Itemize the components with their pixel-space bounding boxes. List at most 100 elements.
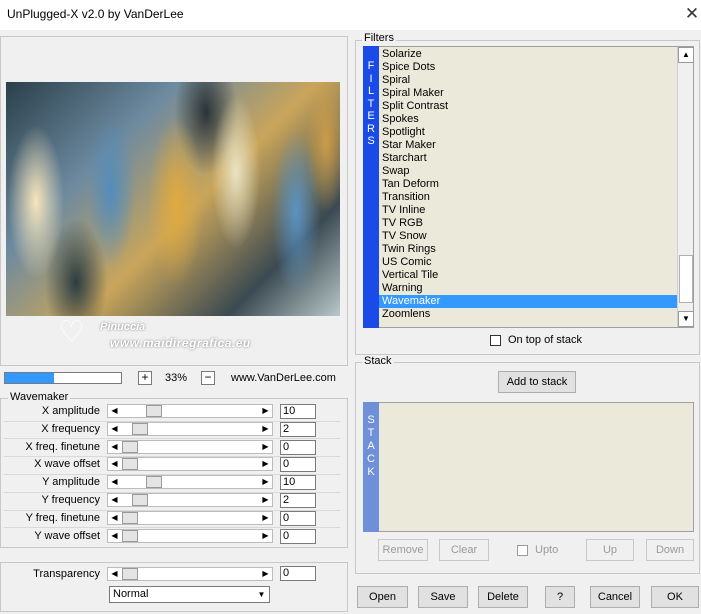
filter-item[interactable]: Vertical Tile	[379, 269, 677, 282]
filter-item[interactable]: TV Inline	[379, 204, 677, 217]
band-letter: S	[367, 135, 375, 147]
arrow-left-icon[interactable]: ◀	[108, 441, 121, 453]
arrow-left-icon[interactable]: ◀	[108, 423, 121, 435]
filter-item[interactable]: Spiral Maker	[379, 87, 677, 100]
arrow-left-icon[interactable]: ◀	[108, 530, 121, 542]
arrow-right-icon[interactable]: ▶	[259, 458, 272, 470]
slider-thumb[interactable]	[146, 476, 162, 488]
slider-thumb[interactable]	[122, 568, 138, 580]
param-slider[interactable]: ◀ ▶	[107, 493, 273, 507]
slider-thumb[interactable]	[122, 512, 138, 524]
delete-button[interactable]: Delete	[478, 586, 528, 608]
scrollbar-thumb[interactable]	[679, 255, 693, 303]
param-slider[interactable]: ◀ ▶	[107, 529, 273, 543]
filter-item[interactable]: Spokes	[379, 113, 677, 126]
arrow-right-icon[interactable]: ▶	[259, 494, 272, 506]
zoom-out-button[interactable]: −	[201, 371, 215, 385]
arrow-right-icon[interactable]: ▶	[259, 423, 272, 435]
slider-thumb[interactable]	[146, 405, 162, 417]
param-slider[interactable]: ◀ ▶	[107, 404, 273, 418]
band-letter: T	[367, 97, 375, 110]
remove-button[interactable]: Remove	[378, 539, 428, 561]
filters-scrollbar[interactable]: ▲ ▼	[677, 47, 694, 327]
blend-mode-value: Normal	[113, 588, 149, 600]
filter-item[interactable]: US Comic	[379, 256, 677, 269]
slider-thumb[interactable]	[122, 441, 138, 453]
clear-button[interactable]: Clear	[439, 539, 489, 561]
scroll-up-icon[interactable]: ▲	[678, 47, 694, 63]
ok-button[interactable]: OK	[651, 586, 699, 608]
param-value-input[interactable]: 2	[280, 422, 316, 437]
arrow-right-icon[interactable]: ▶	[259, 512, 272, 524]
on-top-checkbox[interactable]	[490, 335, 501, 346]
band-letter: L	[367, 85, 375, 97]
open-button[interactable]: Open	[357, 586, 408, 608]
filter-item[interactable]: TV RGB	[379, 217, 677, 230]
filter-item[interactable]: Star Maker	[379, 139, 677, 152]
arrow-left-icon[interactable]: ◀	[108, 512, 121, 524]
save-button[interactable]: Save	[418, 586, 468, 608]
preview-image[interactable]	[6, 82, 340, 316]
param-value-input[interactable]: 0	[280, 511, 316, 526]
filter-item[interactable]: Warning	[379, 282, 677, 295]
arrow-left-icon[interactable]: ◀	[108, 476, 121, 488]
progress-bar	[4, 372, 122, 384]
arrow-right-icon[interactable]: ▶	[259, 405, 272, 417]
filter-item[interactable]: Starchart	[379, 152, 677, 165]
upto-checkbox[interactable]	[517, 545, 528, 556]
blend-mode-select[interactable]: Normal ▼	[109, 586, 270, 603]
arrow-right-icon[interactable]: ▶	[259, 568, 272, 580]
filter-item[interactable]: Spotlight	[379, 126, 677, 139]
param-value-input[interactable]: 2	[280, 493, 316, 508]
filter-item[interactable]: Twin Rings	[379, 243, 677, 256]
arrow-right-icon[interactable]: ▶	[259, 441, 272, 453]
param-value-input[interactable]: 10	[280, 404, 316, 419]
up-button[interactable]: Up	[586, 539, 634, 561]
cancel-button[interactable]: Cancel	[590, 586, 640, 608]
filter-item[interactable]: Split Contrast	[379, 100, 677, 113]
param-slider[interactable]: ◀ ▶	[107, 511, 273, 525]
heart-icon: ♡	[58, 316, 85, 349]
band-letter: I	[369, 72, 373, 85]
arrow-right-icon[interactable]: ▶	[259, 476, 272, 488]
slider-thumb[interactable]	[132, 494, 148, 506]
param-slider[interactable]: ◀ ▶	[107, 422, 273, 436]
slider-thumb[interactable]	[122, 458, 138, 470]
filter-item[interactable]: Zoomlens	[379, 308, 677, 321]
stack-list[interactable]	[363, 402, 694, 532]
filter-item[interactable]: Solarize	[379, 48, 677, 61]
arrow-right-icon[interactable]: ▶	[259, 530, 272, 542]
filter-item[interactable]: Swap	[379, 165, 677, 178]
param-label: X amplitude	[41, 405, 100, 417]
filter-item[interactable]: Transition	[379, 191, 677, 204]
filter-item[interactable]: Spiral	[379, 74, 677, 87]
param-value-input[interactable]: 0	[280, 529, 316, 544]
transparency-value-input[interactable]: 0	[280, 566, 316, 581]
close-button[interactable]: ✕	[680, 2, 701, 26]
arrow-left-icon[interactable]: ◀	[108, 568, 121, 580]
filter-item[interactable]: Spice Dots	[379, 61, 677, 74]
param-label: Y frequency	[41, 494, 100, 506]
help-button[interactable]: ?	[545, 586, 575, 608]
filter-item[interactable]: Tan Deform	[379, 178, 677, 191]
filters-side-band: FILTERS	[363, 46, 379, 328]
param-value-input[interactable]: 0	[280, 457, 316, 472]
add-to-stack-button[interactable]: Add to stack	[498, 371, 576, 393]
filter-item[interactable]: Wavemaker	[379, 295, 677, 308]
param-slider[interactable]: ◀ ▶	[107, 457, 273, 471]
zoom-in-button[interactable]: +	[138, 371, 152, 385]
slider-thumb[interactable]	[122, 530, 138, 542]
param-slider[interactable]: ◀ ▶	[107, 440, 273, 454]
param-slider[interactable]: ◀ ▶	[107, 475, 273, 489]
transparency-slider[interactable]: ◀ ▶	[107, 567, 273, 581]
filter-item[interactable]: TV Snow	[379, 230, 677, 243]
param-value-input[interactable]: 0	[280, 440, 316, 455]
slider-thumb[interactable]	[132, 423, 148, 435]
scroll-down-icon[interactable]: ▼	[678, 311, 694, 327]
param-label: Y freq. finetune	[25, 512, 100, 524]
arrow-left-icon[interactable]: ◀	[108, 494, 121, 506]
param-value-input[interactable]: 10	[280, 475, 316, 490]
down-button[interactable]: Down	[646, 539, 694, 561]
arrow-left-icon[interactable]: ◀	[108, 458, 121, 470]
arrow-left-icon[interactable]: ◀	[108, 405, 121, 417]
